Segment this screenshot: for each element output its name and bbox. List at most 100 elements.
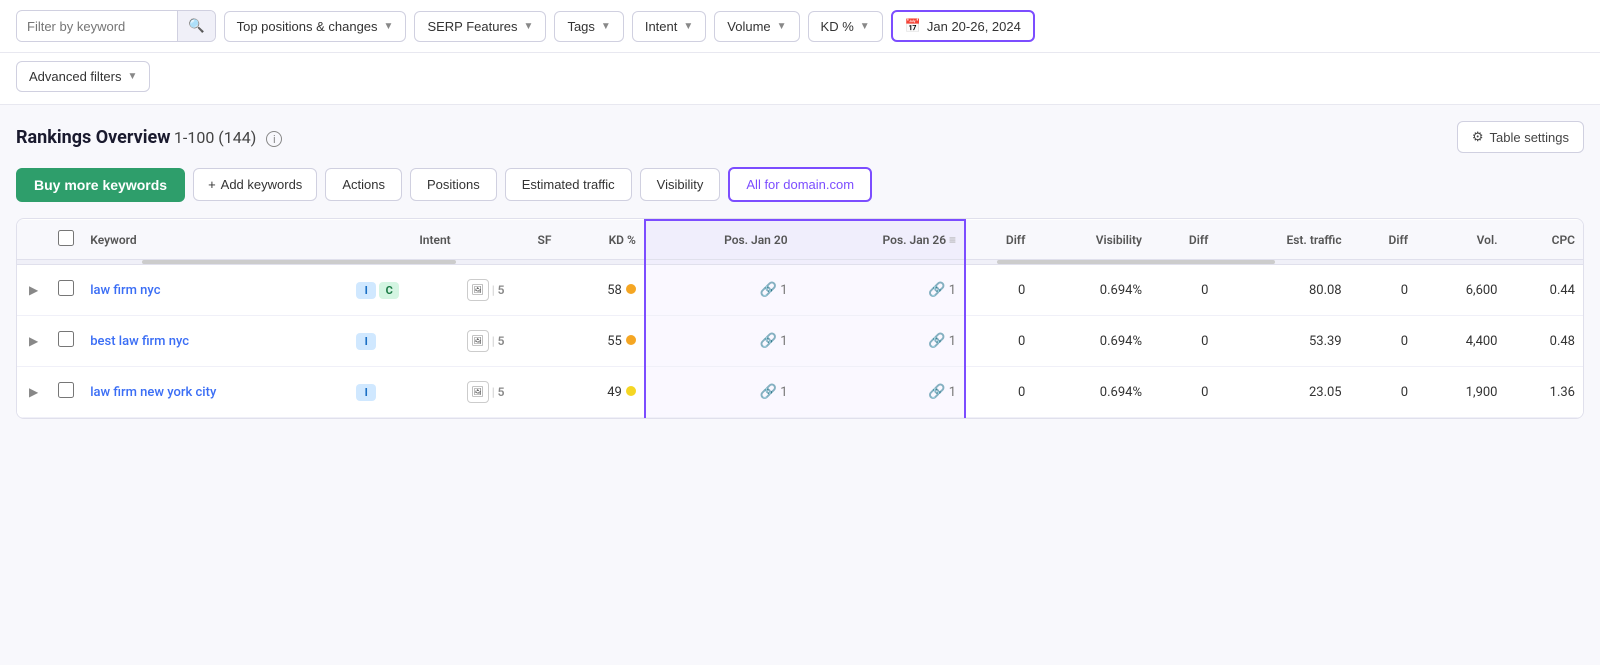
kd-difficulty-dot (626, 284, 636, 294)
table-row: ▶best law firm nycI🖼|555🔗 1🔗 100.694%053… (17, 316, 1583, 367)
sf-cell: 🖼|5 (459, 367, 560, 418)
row-checkbox[interactable] (58, 280, 74, 296)
info-icon[interactable]: i (266, 131, 282, 147)
th-expand (17, 220, 50, 260)
row-checkbox-cell (50, 265, 82, 316)
tab-positions[interactable]: Positions (410, 168, 497, 201)
search-button[interactable]: 🔍 (177, 11, 215, 41)
date-range-label: Jan 20-26, 2024 (927, 19, 1021, 34)
expand-row-button[interactable]: ▶ (25, 383, 42, 401)
rankings-title-group: Rankings Overview 1-100 (144) i (16, 127, 282, 148)
pos-jan20-value: 🔗 1 (760, 282, 788, 298)
buy-keywords-button[interactable]: Buy more keywords (16, 168, 185, 202)
expand-row-button[interactable]: ▶ (25, 332, 42, 350)
chain-icon: 🔗 (928, 384, 945, 400)
sf-image-icon: 🖼 (467, 279, 489, 301)
select-all-checkbox[interactable] (58, 230, 74, 246)
pos-jan20-cell: 🔗 1 (645, 367, 796, 418)
kd-filter[interactable]: KD % ▼ (808, 11, 883, 42)
search-icon: 🔍 (188, 18, 205, 33)
row-checkbox[interactable] (58, 382, 74, 398)
keyword-cell: best law firm nyc (82, 316, 348, 367)
diff2-cell: 0 (1150, 367, 1216, 418)
kd-value: 49 (607, 385, 622, 400)
intent-badge-i: I (356, 384, 376, 401)
top-positions-filter[interactable]: Top positions & changes ▼ (224, 11, 407, 42)
intent-filter[interactable]: Intent ▼ (632, 11, 706, 42)
serp-features-filter[interactable]: SERP Features ▼ (414, 11, 546, 42)
expand-cell: ▶ (17, 265, 50, 316)
chain-icon: 🔗 (760, 282, 777, 298)
kd-value: 58 (607, 283, 622, 298)
pos-jan20-value: 🔗 1 (760, 384, 788, 400)
pos-jan26-cell: 🔗 1 (796, 367, 965, 418)
expand-row-button[interactable]: ▶ (25, 281, 42, 299)
th-pos-jan20: Pos. Jan 20 (645, 220, 796, 260)
pos-jan26-value: 🔗 1 (928, 384, 956, 400)
rankings-table: Keyword Intent SF KD % Pos. Jan 20 Pos. … (17, 219, 1583, 418)
th-pos-jan26: Pos. Jan 26 ≡ (796, 220, 965, 260)
tags-filter[interactable]: Tags ▼ (554, 11, 623, 42)
cpc-cell: 0.44 (1506, 265, 1584, 316)
volume-cell: 1,900 (1416, 367, 1505, 418)
intent-label: Intent (645, 19, 678, 34)
th-sf: SF (459, 220, 560, 260)
intent-cell: I (348, 316, 458, 367)
keyword-link[interactable]: best law firm nyc (90, 334, 189, 349)
keyword-cell: law firm nyc (82, 265, 348, 316)
th-kd: KD % (559, 220, 644, 260)
intent-badge-i: I (356, 282, 376, 299)
table-settings-button[interactable]: ⚙ Table settings (1457, 121, 1584, 153)
keyword-input[interactable] (17, 12, 177, 41)
pos-jan26-value: 🔗 1 (928, 333, 956, 349)
keyword-link[interactable]: law firm new york city (90, 385, 216, 400)
tags-label: Tags (567, 19, 594, 34)
kd-label: KD % (821, 19, 854, 34)
th-est-traffic: Est. traffic (1216, 220, 1349, 260)
intent-badge-c: C (379, 282, 399, 299)
kd-cell: 49 (559, 367, 644, 418)
intent-cell: IC (348, 265, 458, 316)
th-keyword: Keyword (82, 220, 348, 260)
keyword-link[interactable]: law firm nyc (90, 283, 160, 298)
kd-cell: 55 (559, 316, 644, 367)
diff3-cell: 0 (1350, 316, 1416, 367)
sf-image-icon: 🖼 (467, 330, 489, 352)
keyword-filter[interactable]: 🔍 (16, 10, 216, 42)
actions-button[interactable]: Actions (325, 168, 402, 201)
gear-icon: ⚙ (1472, 129, 1484, 145)
tab-all-domain[interactable]: All for domain.com (728, 167, 872, 202)
diff1-cell: 0 (965, 316, 1033, 367)
date-range-filter[interactable]: 📅 Jan 20-26, 2024 (891, 10, 1035, 42)
actions-row: Buy more keywords + Add keywords Actions… (16, 167, 1584, 202)
chain-icon: 🔗 (760, 333, 777, 349)
pos-jan20-value: 🔗 1 (760, 333, 788, 349)
calendar-icon: 📅 (905, 18, 921, 34)
est-traffic-cell: 53.39 (1216, 316, 1349, 367)
th-checkbox (50, 220, 82, 260)
table-body: ▶law firm nycIC🖼|558🔗 1🔗 100.694%080.080… (17, 265, 1583, 418)
tab-estimated-traffic[interactable]: Estimated traffic (505, 168, 632, 201)
expand-cell: ▶ (17, 316, 50, 367)
volume-filter[interactable]: Volume ▼ (714, 11, 799, 42)
est-traffic-cell: 80.08 (1216, 265, 1349, 316)
kd-cell: 58 (559, 265, 644, 316)
sf-count: 5 (498, 334, 505, 348)
table-row: ▶law firm nycIC🖼|558🔗 1🔗 100.694%080.080… (17, 265, 1583, 316)
diff3-cell: 0 (1350, 367, 1416, 418)
pos-jan26-cell: 🔗 1 (796, 316, 965, 367)
pos-jan26-cell: 🔗 1 (796, 265, 965, 316)
intent-badge-i: I (356, 333, 376, 350)
row-checkbox[interactable] (58, 331, 74, 347)
kd-difficulty-dot (626, 386, 636, 396)
sort-icon: ≡ (949, 233, 956, 247)
table-header-row: Keyword Intent SF KD % Pos. Jan 20 Pos. … (17, 220, 1583, 260)
visibility-cell: 0.694% (1033, 265, 1150, 316)
intent-cell: I (348, 367, 458, 418)
tab-visibility[interactable]: Visibility (640, 168, 721, 201)
chevron-down-icon: ▼ (384, 21, 394, 32)
visibility-cell: 0.694% (1033, 367, 1150, 418)
add-keywords-button[interactable]: + Add keywords (193, 168, 317, 201)
chevron-down-icon: ▼ (524, 21, 534, 32)
advanced-filters-btn[interactable]: Advanced filters ▼ (16, 61, 150, 92)
